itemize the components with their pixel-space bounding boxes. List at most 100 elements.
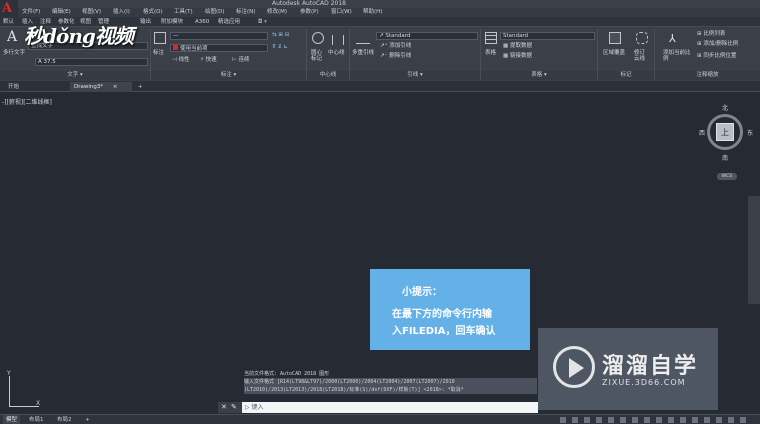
compass-west[interactable]: 西 <box>699 128 705 137</box>
layer-field[interactable]: 使用当前项 <box>170 44 268 52</box>
quick-dimension[interactable]: ⚡ 快速 <box>200 57 217 64</box>
compass-south[interactable]: 南 <box>722 153 728 162</box>
add-delete-scale-button[interactable]: ⊞ 添加/删除比例 <box>697 41 738 48</box>
wrench-icon[interactable]: ✎ <box>231 403 237 411</box>
remove-leader-button[interactable]: ↗⁻ 删除引线 <box>380 53 411 60</box>
status-bar: 模型 布局1 布局2 + <box>0 414 760 424</box>
menu-bar: 文件(F) 编辑(E) 视图(V) 插入(I) 格式(O) 工具(T) 绘图(D… <box>0 8 760 17</box>
revision-cloud-label[interactable]: 修订云线 <box>634 50 650 62</box>
menu-dimension[interactable]: 标注(N) <box>236 8 255 17</box>
menu-view[interactable]: 视图(V) <box>82 8 101 17</box>
status-toggle-icon[interactable] <box>596 417 602 423</box>
compass-east[interactable]: 东 <box>747 128 753 137</box>
close-icon[interactable]: × <box>113 84 118 90</box>
leader-style-field[interactable]: ↗ Standard <box>376 32 478 40</box>
continue-dimension[interactable]: ⊢ 连续 <box>232 57 250 64</box>
linear-dimension[interactable]: ⊣ 线性 <box>172 57 190 64</box>
doc-tab-start[interactable]: 开始 <box>4 82 23 92</box>
tab-output[interactable]: 输出 <box>140 17 151 27</box>
menu-edit[interactable]: 编辑(E) <box>52 8 71 17</box>
multileader-label[interactable]: 多重引线 <box>352 50 374 57</box>
new-tab-button[interactable]: + <box>134 82 147 92</box>
text-height-field[interactable]: A 37.5 <box>35 58 148 66</box>
status-toggle-icon[interactable] <box>680 417 686 423</box>
status-toggle-icon[interactable] <box>632 417 638 423</box>
panel-title-text[interactable]: 文字 ▾ <box>0 71 150 80</box>
menu-window[interactable]: 窗口(W) <box>331 8 352 17</box>
close-icon[interactable]: ✕ <box>221 403 227 411</box>
status-toggle-icon[interactable] <box>716 417 722 423</box>
panel-title-markup[interactable]: 标记 <box>598 71 654 80</box>
panel-title-table[interactable]: 表格 ▾ <box>481 71 597 80</box>
status-toggle-icon[interactable] <box>692 417 698 423</box>
wipeout-icon[interactable] <box>609 32 621 44</box>
command-input[interactable]: ▷ 键入 <box>243 402 538 413</box>
wipeout-label[interactable]: 区域覆盖 <box>603 50 625 57</box>
menu-file[interactable]: 文件(F) <box>22 8 40 17</box>
document-tab-bar: 开始 Drawing3* × + <box>0 81 760 92</box>
status-toggle-icon[interactable] <box>572 417 578 423</box>
link-data-button[interactable]: ▦ 链接数据 <box>503 53 532 60</box>
center-mark-icon[interactable] <box>312 32 324 44</box>
panel-title-leader[interactable]: 引线 ▾ <box>350 71 480 80</box>
menu-parametric[interactable]: 参数(P) <box>300 8 319 17</box>
viewport-controls-label[interactable]: -][俯视][二维线框] <box>2 97 52 106</box>
multileader-icon[interactable] <box>356 32 370 44</box>
sync-scale-button[interactable]: ⊞ 同步比例位置 <box>697 53 736 60</box>
tab-a360[interactable]: A360 <box>195 17 209 27</box>
panel-title-annotation[interactable]: 标注 ▾ <box>151 71 306 80</box>
layout-tab-model[interactable]: 模型 <box>3 415 21 424</box>
dimension-label[interactable]: 标注 <box>153 50 164 57</box>
center-mark-label[interactable]: 圆心标记 <box>311 50 327 62</box>
panel-title-annotation-scaling[interactable]: 注释缩放 <box>655 71 760 80</box>
dimension-tools-icon[interactable]: ⊼ ⊻ ⊾ <box>272 44 288 51</box>
extract-data-button[interactable]: ▦ 提取数据 <box>503 43 532 50</box>
menu-draw[interactable]: 绘图(D) <box>205 8 225 17</box>
status-toggle-icon[interactable] <box>644 417 650 423</box>
menu-modify[interactable]: 修改(M) <box>267 8 287 17</box>
status-toggle-icon[interactable] <box>620 417 626 423</box>
tab-addins[interactable]: 附加模块 <box>161 17 183 27</box>
tab-featured-apps[interactable]: 精选应用 <box>218 17 240 27</box>
status-toggle-icon[interactable] <box>608 417 614 423</box>
wcs-menu[interactable]: WCS <box>717 173 737 180</box>
status-toggle-icon[interactable] <box>704 417 710 423</box>
add-layout-button[interactable]: + <box>82 415 93 424</box>
add-scale-icon[interactable]: ⅄ <box>669 32 681 45</box>
status-toggle-icon[interactable] <box>668 417 674 423</box>
status-toggle-icon[interactable] <box>728 417 734 423</box>
scale-list-button[interactable]: ⊞ 比例列表 <box>697 31 725 38</box>
multiline-text-icon[interactable]: A <box>7 29 17 45</box>
menu-help[interactable]: 帮助(H) <box>363 8 382 17</box>
layout-tab-1[interactable]: 布局1 <box>26 415 47 424</box>
table-style-field[interactable]: Standard <box>500 32 595 40</box>
panel-title-centerline[interactable]: 中心线 <box>307 71 349 80</box>
centerline-icon[interactable] <box>332 35 344 45</box>
add-scale-label[interactable]: 添加当前比例 <box>663 50 691 62</box>
menu-insert[interactable]: 插入(I) <box>113 8 130 17</box>
menu-tools[interactable]: 工具(T) <box>174 8 193 17</box>
compass-north[interactable]: 北 <box>722 103 728 112</box>
tab-overflow-icon[interactable]: ◘ ▾ <box>258 17 267 27</box>
status-toggle-icon[interactable] <box>656 417 662 423</box>
navigation-bar[interactable] <box>748 196 760 304</box>
revision-cloud-icon[interactable] <box>636 32 648 44</box>
tab-default[interactable]: 默认 <box>3 17 14 27</box>
centerline-label[interactable]: 中心线 <box>328 50 345 57</box>
layout-tab-2[interactable]: 布局2 <box>54 415 75 424</box>
dimension-tools-icon[interactable]: ⇆ ⊞ ⊟ <box>272 32 289 39</box>
doc-tab-drawing3[interactable]: Drawing3* × <box>70 82 132 92</box>
add-leader-button[interactable]: ↗⁺ 添加引线 <box>380 43 411 50</box>
multiline-text-label[interactable]: 多行文字 <box>3 50 25 57</box>
table-icon[interactable] <box>485 32 497 44</box>
viewcube[interactable]: 上 北 南 东 西 <box>699 105 753 162</box>
status-toggle-icon[interactable] <box>560 417 566 423</box>
application-menu-button[interactable]: A <box>0 0 18 17</box>
viewcube-top-face[interactable]: 上 <box>716 123 734 141</box>
customization-menu-icon[interactable] <box>740 417 746 423</box>
dimension-icon[interactable] <box>154 32 166 44</box>
table-label[interactable]: 表格 <box>485 50 496 57</box>
menu-format[interactable]: 格式(O) <box>143 8 163 17</box>
dimension-style-field[interactable]: — <box>170 32 268 40</box>
status-toggle-icon[interactable] <box>584 417 590 423</box>
